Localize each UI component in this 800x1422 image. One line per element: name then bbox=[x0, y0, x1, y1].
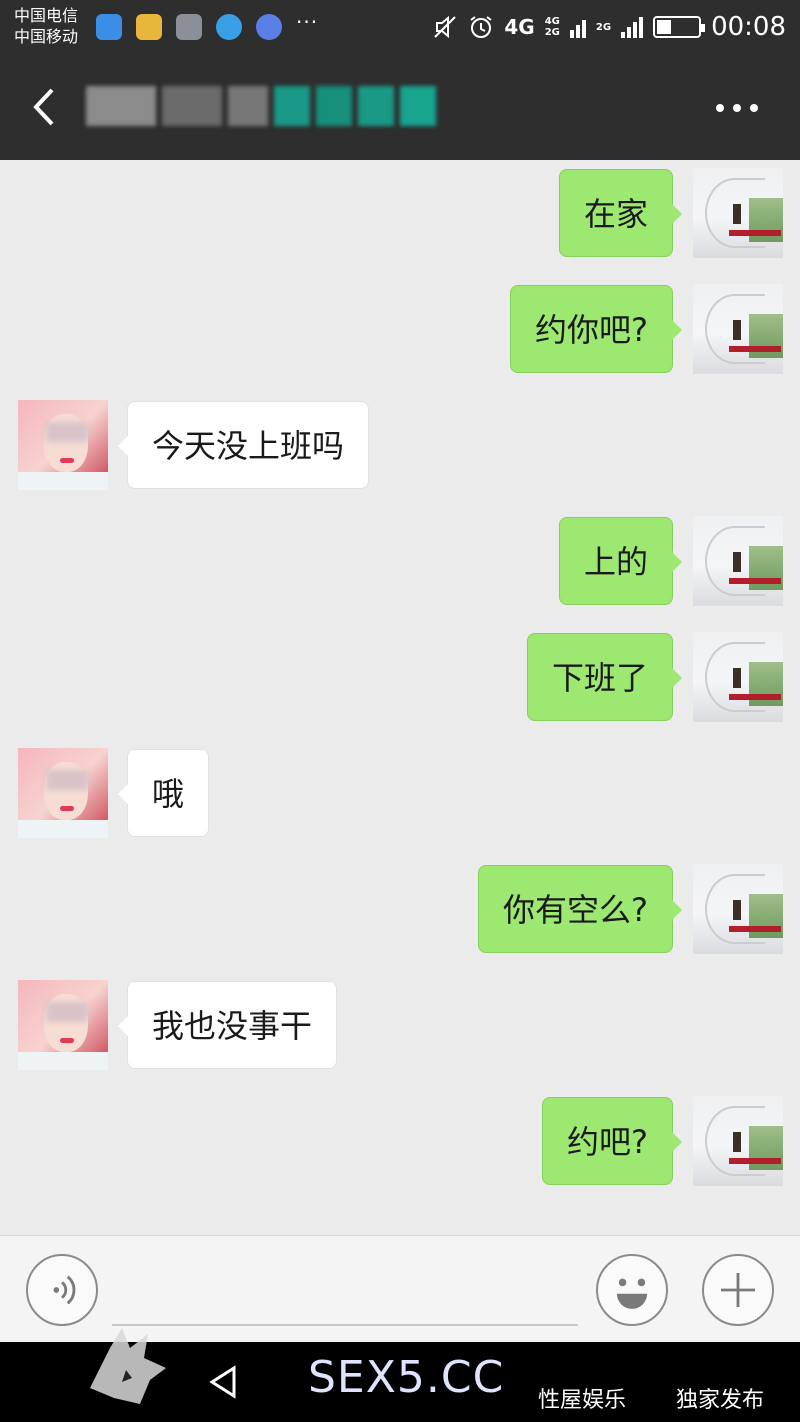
carrier-telecom: 中国电信 bbox=[14, 6, 79, 25]
network-small-top: 4G bbox=[544, 16, 560, 27]
received-bubble[interactable]: 我也没事干 bbox=[117, 981, 338, 1069]
more-notifications-icon: ··· bbox=[296, 10, 319, 34]
my-avatar[interactable] bbox=[693, 516, 783, 606]
received-bubble[interactable]: 哦 bbox=[117, 749, 210, 837]
gallery-app-icon bbox=[176, 14, 202, 40]
contact-name-obscured bbox=[86, 84, 466, 128]
battery-icon bbox=[653, 16, 706, 38]
my-avatar[interactable] bbox=[693, 864, 783, 954]
sent-bubble[interactable]: 你有空么? bbox=[478, 865, 682, 953]
my-avatar[interactable] bbox=[693, 284, 783, 374]
message-sent: 约吧? bbox=[0, 1088, 800, 1186]
my-avatar[interactable] bbox=[693, 168, 783, 258]
status-bar: 中国电信 中国移动 ··· 4G 4G 2G 2G 00:08 bbox=[0, 0, 800, 54]
status-right: 4G 4G 2G 2G 00:08 bbox=[432, 0, 786, 54]
battery-level bbox=[657, 20, 672, 34]
plus-icon[interactable] bbox=[702, 1254, 774, 1326]
clock: 00:08 bbox=[711, 12, 786, 42]
network-small-bottom: 2G bbox=[544, 27, 560, 38]
message-received: 今天没上班吗 bbox=[0, 392, 800, 490]
watermark-tag-b: 独家发布 bbox=[676, 1388, 765, 1413]
watermark-tag-a: 性屋娱乐 bbox=[538, 1388, 627, 1413]
voice-icon[interactable] bbox=[26, 1254, 98, 1326]
message-sent: 约你吧? bbox=[0, 276, 800, 374]
sent-bubble[interactable]: 在家 bbox=[558, 169, 683, 257]
message-sent: 下班了 bbox=[0, 624, 800, 722]
contact-avatar[interactable] bbox=[18, 748, 108, 838]
signal-2g-group: 2G bbox=[596, 22, 611, 33]
back-arrow-icon[interactable] bbox=[26, 84, 62, 130]
network-2g: 2G bbox=[595, 21, 612, 33]
my-avatar[interactable] bbox=[693, 1096, 783, 1186]
network-dual: 4G 2G bbox=[545, 16, 560, 38]
carrier-mobile: 中国移动 bbox=[14, 27, 79, 46]
navigation-bar: SEX5.CC 性屋娱乐 独家发布 bbox=[0, 1328, 800, 1422]
nav-back-icon[interactable] bbox=[204, 1362, 244, 1402]
wifi-app-icon bbox=[256, 14, 282, 40]
contact-avatar[interactable] bbox=[18, 980, 108, 1070]
signal-bars-1-icon bbox=[569, 16, 586, 38]
sent-bubble[interactable]: 约吧? bbox=[542, 1097, 682, 1185]
message-received: 我也没事干 bbox=[0, 972, 800, 1070]
message-app-icon bbox=[216, 14, 242, 40]
title-bar bbox=[0, 54, 800, 160]
alarm-icon bbox=[470, 16, 492, 38]
send-app-icon bbox=[136, 14, 162, 40]
carrier-labels: 中国电信 中国移动 bbox=[14, 5, 78, 47]
message-received: 哦 bbox=[0, 740, 800, 838]
message-sent: 在家 bbox=[0, 160, 800, 258]
sent-bubble[interactable]: 上的 bbox=[558, 517, 683, 605]
sent-bubble[interactable]: 约你吧? bbox=[510, 285, 682, 373]
message-sent: 上的 bbox=[0, 508, 800, 606]
my-avatar[interactable] bbox=[693, 632, 783, 722]
more-options-icon[interactable] bbox=[716, 104, 758, 114]
watermark-site: SEX5.CC bbox=[308, 1352, 505, 1403]
signal-bars-2-icon bbox=[621, 16, 644, 38]
received-bubble[interactable]: 今天没上班吗 bbox=[117, 401, 370, 489]
wolf-logo-icon bbox=[90, 1328, 166, 1404]
location-app-icon bbox=[96, 14, 122, 40]
network-4g: 4G bbox=[504, 15, 535, 39]
mute-icon bbox=[434, 15, 457, 39]
message-sent: 你有空么? bbox=[0, 856, 800, 954]
chat-area[interactable]: 在家 约你吧? 今天没上班吗 上的 下班了 哦 你有空么? 我也没事干 约吧? bbox=[0, 160, 800, 1235]
emoji-icon[interactable] bbox=[596, 1254, 668, 1326]
sent-bubble[interactable]: 下班了 bbox=[526, 633, 683, 721]
contact-avatar[interactable] bbox=[18, 400, 108, 490]
